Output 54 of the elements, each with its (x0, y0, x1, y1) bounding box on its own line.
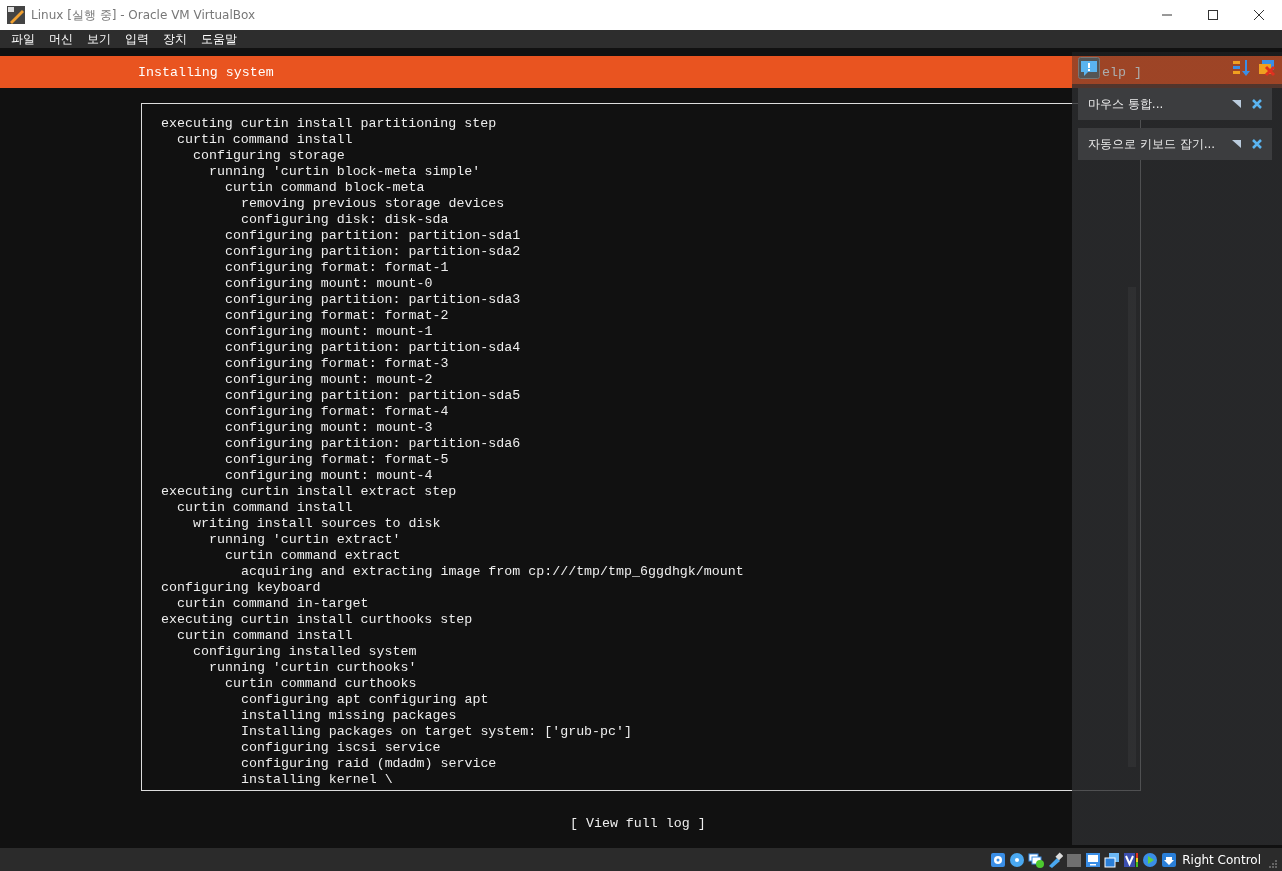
log-line: configuring mount: mount-3 (225, 420, 433, 436)
log-line: Installing packages on target system: ['grub-pc'] (241, 724, 632, 740)
host-key-label: Right Control (1182, 852, 1261, 867)
log-line: running 'curtin block-meta simple' (209, 164, 481, 180)
view-log-button[interactable]: [ View full log ] (570, 816, 706, 831)
log-line: configuring apt configuring apt (241, 692, 489, 708)
window-title: Linux [실행 중] - Oracle VM VirtualBox (31, 6, 257, 24)
menu-item[interactable]: 도움말 (194, 30, 244, 48)
log-line: configuring mount: mount-0 (225, 276, 433, 292)
log-line: configuring partition: partition-sda5 (225, 388, 521, 404)
log-line: configuring mount: mount-4 (225, 468, 433, 484)
notification-item[interactable]: 자동으로 키보드 잡기... (1078, 128, 1272, 160)
log-line: installing missing packages (241, 708, 457, 724)
log-line: configuring partition: partition-sda2 (225, 244, 521, 260)
notification-item[interactable]: 마우스 통합... (1078, 88, 1272, 120)
log-line: configuring partition: partition-sda4 (225, 340, 521, 356)
log-line: configuring partition: partition-sda1 (225, 228, 521, 244)
menu-item[interactable]: 보기 (80, 30, 118, 48)
log-line: curtin command install (177, 500, 353, 516)
log-line: curtin command install (177, 132, 353, 148)
log-line: configuring disk: disk-sda (241, 212, 449, 228)
log-line: installing kernel \ (241, 772, 393, 788)
log-line: executing curtin install extract step (161, 484, 457, 500)
menu-item[interactable]: 머신 (42, 30, 80, 48)
menu-item[interactable]: 장치 (156, 30, 194, 48)
log-line: curtin command curthooks (225, 676, 417, 692)
log-line: configuring format: format-2 (225, 308, 449, 324)
log-line: executing curtin install partitioning step (161, 116, 497, 132)
log-line: executing curtin install curthooks step (161, 612, 473, 628)
screen-title: Installing system (138, 64, 274, 80)
log-line: configuring format: format-4 (225, 404, 449, 420)
log-line: curtin command install (177, 628, 353, 644)
log-line: curtin command block-meta (225, 180, 425, 196)
log-line: configuring keyboard (161, 580, 321, 596)
menu-item[interactable]: 파일 (4, 30, 42, 48)
log-line: running 'curtin curthooks' (209, 660, 417, 676)
log-line: configuring iscsi service (241, 740, 441, 756)
log-line: writing install sources to disk (193, 516, 441, 532)
log-line: curtin command extract (225, 548, 401, 564)
log-line: configuring partition: partition-sda6 (225, 436, 521, 452)
log-line: configuring raid (mdadm) service (241, 756, 497, 772)
log-line: configuring format: format-3 (225, 356, 449, 372)
menu-item[interactable]: 입력 (118, 30, 156, 48)
log-line: configuring format: format-1 (225, 260, 449, 276)
log-line: acquiring and extracting image from cp:///tmp/tmp_6ggdhgk/mount (241, 564, 744, 580)
log-line: configuring storage (193, 148, 345, 164)
log-line: curtin command in-target (177, 596, 369, 612)
log-line: configuring installed system (193, 644, 417, 660)
log-line: removing previous storage devices (241, 196, 505, 212)
log-line: configuring mount: mount-2 (225, 372, 433, 388)
log-line: running 'curtin extract' (209, 532, 401, 548)
log-line: configuring format: format-5 (225, 452, 449, 468)
log-line: configuring mount: mount-1 (225, 324, 433, 340)
log-line: configuring partition: partition-sda3 (225, 292, 521, 308)
